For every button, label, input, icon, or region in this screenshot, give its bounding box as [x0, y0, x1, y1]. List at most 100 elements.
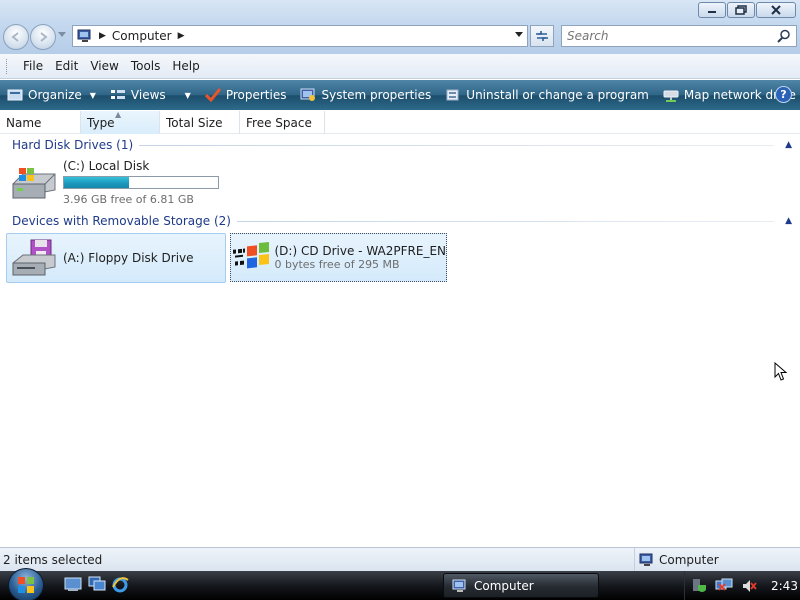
drive-tile-cd-d[interactable]: (D:) CD Drive - WA2PFRE_EN 0 bytes free … [230, 233, 447, 282]
views-button[interactable]: Views ▼ [103, 80, 198, 110]
drive-tile-local-disk-c[interactable]: (C:) Local Disk 3.96 GB free of 6.81 GB [6, 156, 230, 208]
column-header-name-label: Name [6, 115, 42, 130]
status-selection-count: 2 items selected [3, 552, 103, 567]
floppy-drive-icon [12, 239, 56, 276]
start-button[interactable] [8, 568, 44, 600]
group-header-removable-storage[interactable]: Devices with Removable Storage (2) ▲ [12, 212, 792, 230]
cd-drive-windows-logo-icon [233, 241, 269, 268]
group-header-hard-disk-drives[interactable]: Hard Disk Drives (1) ▲ [12, 136, 792, 154]
computer-icon [639, 553, 653, 566]
switch-windows-icon[interactable] [88, 576, 106, 592]
menu-bar: File Edit View Tools Help [0, 54, 800, 79]
mouse-cursor-icon [774, 362, 788, 381]
taskbar-clock[interactable]: 2:43 [771, 579, 798, 593]
column-header-free-space-label: Free Space [246, 115, 312, 130]
column-header-free-space[interactable]: Free Space [240, 111, 325, 134]
organize-button[interactable]: Organize ▼ [0, 80, 103, 110]
window-controls [698, 2, 796, 18]
organize-dropdown-icon: ▼ [89, 90, 96, 100]
properties-button[interactable]: Properties [198, 80, 294, 110]
maximize-button[interactable] [727, 2, 755, 18]
menu-edit[interactable]: Edit [49, 59, 84, 73]
organize-icon [7, 89, 23, 101]
menu-file[interactable]: File [17, 59, 49, 73]
taskbar-window-computer[interactable]: Computer [443, 573, 599, 598]
group-header-label: Hard Disk Drives (1) [12, 138, 134, 152]
system-properties-icon [300, 88, 316, 101]
refresh-icon [536, 31, 548, 41]
maximize-icon [735, 5, 747, 15]
hard-drive-icon [12, 168, 56, 199]
column-header-type-label: Type [87, 115, 115, 130]
taskbar-window-label: Computer [474, 578, 534, 593]
status-bar: 2 items selected Computer [0, 547, 800, 572]
search-icon[interactable] [777, 29, 791, 43]
group-header-label: Devices with Removable Storage (2) [12, 214, 231, 228]
drive-name: (A:) Floppy Disk Drive [63, 251, 194, 265]
command-bar: Organize ▼ Views ▼ Properties System prope… [0, 80, 800, 110]
internet-explorer-icon[interactable] [111, 576, 129, 594]
views-icon [110, 90, 125, 99]
group-divider [139, 144, 774, 146]
recent-pages-dropdown-icon[interactable] [58, 32, 66, 38]
network-drive-icon [663, 90, 679, 102]
close-icon [771, 5, 781, 15]
uninstall-program-icon [446, 89, 459, 101]
file-list-area[interactable]: Hard Disk Drives (1) ▲ (C:) Local Disk 3… [0, 134, 800, 546]
help-button[interactable]: ? [775, 86, 792, 103]
system-tray: 2:43 [684, 571, 800, 600]
windows-logo-icon [18, 577, 34, 593]
search-input[interactable] [567, 26, 767, 46]
drive-name: (D:) CD Drive - WA2PFRE_EN [274, 244, 446, 258]
collapse-group-icon[interactable]: ▲ [778, 216, 792, 226]
address-bar[interactable]: ▶ Computer ▶ [72, 25, 528, 47]
uninstall-program-button[interactable]: Uninstall or change a program [438, 80, 656, 110]
network-icon[interactable] [715, 578, 733, 594]
system-properties-label: System properties [321, 88, 432, 102]
organize-label: Organize [28, 88, 82, 102]
capacity-bar-fill [64, 176, 129, 188]
volume-muted-icon[interactable] [741, 578, 757, 594]
views-dropdown-icon[interactable]: ▼ [185, 91, 191, 100]
group-divider [236, 220, 774, 222]
column-header-type[interactable]: ▲ Type [81, 110, 160, 134]
computer-icon [452, 579, 466, 592]
minimize-button[interactable] [698, 2, 726, 18]
address-dropdown-icon[interactable] [515, 32, 523, 38]
forward-button[interactable] [30, 24, 56, 50]
menu-grip [6, 58, 9, 74]
minimize-icon [708, 11, 716, 13]
forward-arrow-icon [40, 32, 48, 42]
breadcrumb-computer[interactable]: Computer [112, 29, 172, 43]
drive-free-space: 0 bytes free of 295 MB [274, 258, 400, 271]
properties-checkmark-icon [204, 88, 221, 102]
window-top-chrome: ▶ Computer ▶ [0, 0, 800, 54]
drive-name: (C:) Local Disk [63, 158, 150, 173]
menu-help[interactable]: Help [166, 59, 205, 73]
show-desktop-icon[interactable] [64, 576, 82, 592]
column-header-name[interactable]: Name [0, 111, 81, 134]
security-shield-icon[interactable] [691, 578, 707, 594]
search-box[interactable] [561, 25, 797, 47]
column-headers: Name ▲ Type Total Size Free Space [0, 110, 800, 134]
menu-tools[interactable]: Tools [125, 59, 167, 73]
status-location: Computer [659, 552, 719, 567]
drive-tile-floppy-a[interactable]: (A:) Floppy Disk Drive [6, 233, 226, 283]
views-label: Views [130, 88, 166, 102]
back-button[interactable] [3, 24, 29, 50]
menu-view[interactable]: View [84, 59, 124, 73]
back-arrow-icon [11, 32, 19, 42]
collapse-group-icon[interactable]: ▲ [778, 140, 792, 150]
close-button[interactable] [756, 2, 796, 18]
system-properties-button[interactable]: System properties [293, 80, 438, 110]
breadcrumb-separator-icon[interactable]: ▶ [99, 31, 106, 41]
drive-free-space: 3.96 GB free of 6.81 GB [63, 192, 194, 206]
refresh-button[interactable] [530, 25, 554, 47]
column-header-total-size[interactable]: Total Size [160, 111, 240, 134]
sort-ascending-icon: ▲ [115, 110, 122, 119]
breadcrumb-separator-icon[interactable]: ▶ [178, 31, 185, 41]
properties-label: Properties [225, 88, 287, 102]
column-header-total-size-label: Total Size [166, 115, 223, 130]
navigation-row: ▶ Computer ▶ [0, 22, 800, 52]
uninstall-program-label: Uninstall or change a program [466, 88, 649, 102]
